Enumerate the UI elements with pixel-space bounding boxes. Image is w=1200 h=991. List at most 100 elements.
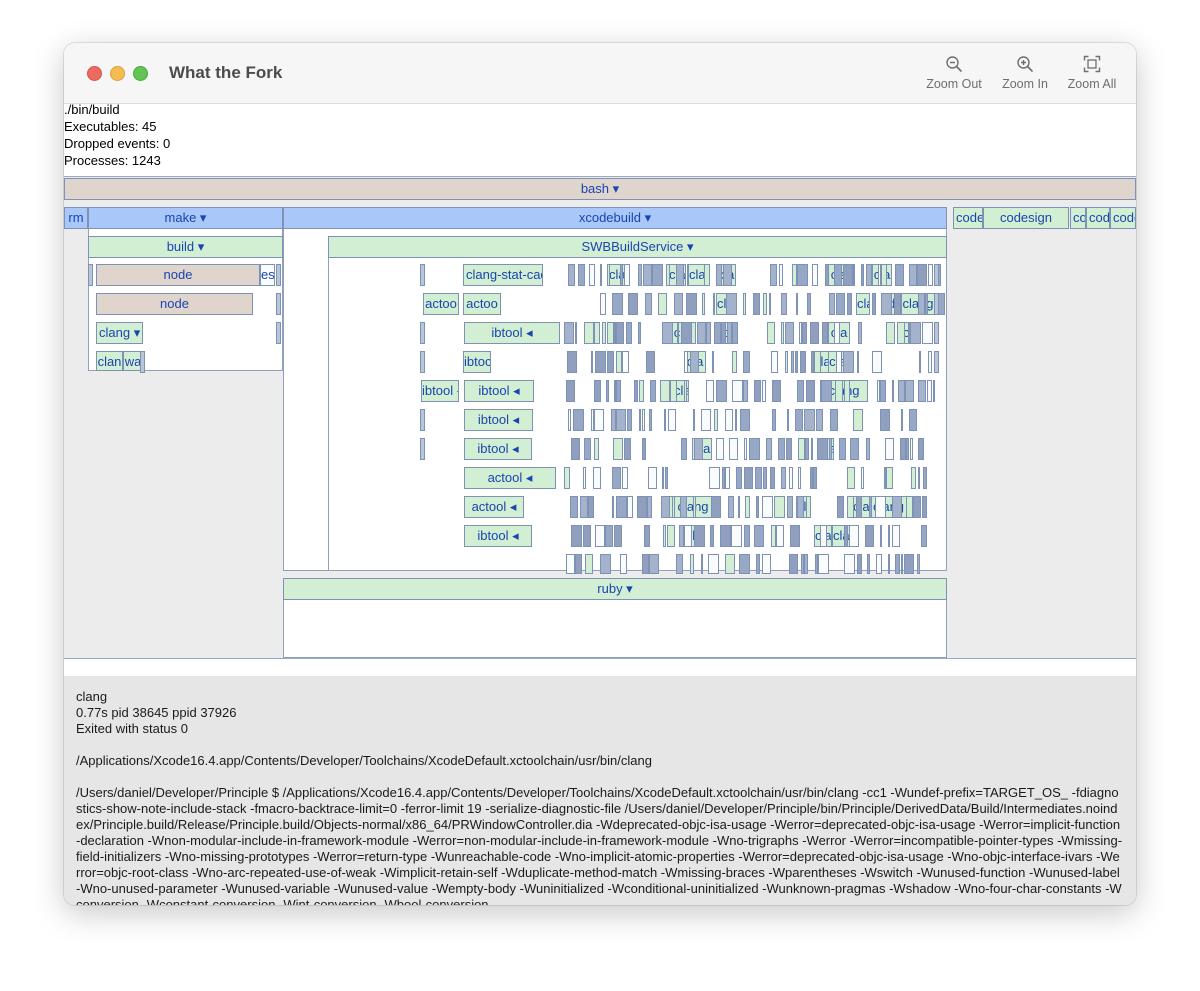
- process-bar[interactable]: [670, 380, 677, 402]
- process-bar[interactable]: [706, 380, 714, 402]
- process-bar[interactable]: [754, 525, 764, 547]
- process-bar[interactable]: [847, 293, 852, 315]
- process-bar[interactable]: [740, 409, 750, 431]
- process-bar[interactable]: [690, 554, 694, 574]
- process-bar[interactable]: [612, 467, 621, 489]
- process-bar[interactable]: [642, 409, 645, 431]
- process-bar[interactable]: [921, 525, 927, 547]
- process-bar[interactable]: [567, 351, 577, 373]
- process-bar[interactable]: [880, 409, 890, 431]
- zoom-window-button[interactable]: [133, 66, 148, 81]
- process-bar[interactable]: [787, 496, 793, 518]
- process-bar[interactable]: [684, 525, 692, 547]
- process-bar[interactable]: [822, 322, 828, 344]
- process-bar[interactable]: [693, 496, 696, 518]
- process-bar[interactable]: [666, 264, 670, 286]
- process-bar[interactable]: [595, 525, 605, 547]
- process-bar[interactable]: [584, 322, 594, 344]
- process-bar[interactable]: [910, 438, 913, 460]
- process-bar[interactable]: [600, 293, 606, 315]
- process-bar[interactable]: [684, 380, 687, 402]
- process-bar[interactable]: [622, 351, 629, 373]
- process-bar[interactable]: [646, 351, 655, 373]
- process-bar[interactable]: [911, 467, 916, 489]
- process-bar[interactable]: [658, 293, 667, 315]
- process-bar[interactable]: [816, 409, 823, 431]
- node-build[interactable]: build ▾: [88, 236, 283, 258]
- process-bar[interactable]: [811, 438, 813, 460]
- node-cla[interactable]: cla: [856, 293, 870, 315]
- process-bar[interactable]: [649, 409, 652, 431]
- node-clan[interactable]: clan: [96, 351, 123, 371]
- process-bar[interactable]: [802, 322, 807, 344]
- process-bar[interactable]: [798, 438, 805, 460]
- process-bar[interactable]: [607, 351, 614, 373]
- process-bar[interactable]: [638, 322, 641, 344]
- process-bar[interactable]: [676, 554, 683, 574]
- process-bar[interactable]: [709, 467, 720, 489]
- process-bar[interactable]: [778, 438, 785, 460]
- node-ibtool-1[interactable]: ibtool ◂: [464, 322, 560, 344]
- process-bar[interactable]: [857, 554, 862, 574]
- process-bar[interactable]: [892, 496, 902, 518]
- node-ibtool-2[interactable]: ibtool ◂: [464, 380, 534, 402]
- process-bar[interactable]: [594, 322, 600, 344]
- process-bar[interactable]: [918, 438, 924, 460]
- process-bar[interactable]: [814, 351, 821, 373]
- node-node-2[interactable]: node: [96, 293, 253, 315]
- process-bar[interactable]: [790, 525, 800, 547]
- node-code-1[interactable]: code: [953, 207, 983, 229]
- process-bar[interactable]: [834, 322, 840, 344]
- process-bar[interactable]: [681, 322, 692, 344]
- process-bar[interactable]: [708, 554, 719, 574]
- process-bar[interactable]: [578, 264, 585, 286]
- process-bar[interactable]: [905, 380, 914, 402]
- process-bar[interactable]: [701, 409, 711, 431]
- process-bar[interactable]: [934, 351, 939, 373]
- process-bar[interactable]: [909, 409, 917, 431]
- process-bar[interactable]: [585, 554, 593, 574]
- process-bar[interactable]: [867, 554, 870, 574]
- process-bar[interactable]: [620, 554, 627, 574]
- process-bar[interactable]: [865, 525, 874, 547]
- process-bar[interactable]: [595, 351, 606, 373]
- process-bar[interactable]: [620, 264, 623, 286]
- process-bar[interactable]: [643, 264, 652, 286]
- process-bar[interactable]: [564, 467, 570, 489]
- process-bar[interactable]: [566, 554, 575, 574]
- process-bar[interactable]: [694, 525, 705, 547]
- process-bar[interactable]: [888, 554, 890, 574]
- process-bar[interactable]: [743, 380, 748, 402]
- process-bar[interactable]: [677, 322, 679, 344]
- process-bar[interactable]: [881, 264, 887, 286]
- process-bar[interactable]: [664, 409, 666, 431]
- process-bar[interactable]: [804, 554, 808, 574]
- process-bar[interactable]: [594, 438, 599, 460]
- process-bar[interactable]: [770, 264, 777, 286]
- process-bar[interactable]: [638, 264, 642, 286]
- process-bar[interactable]: [821, 380, 832, 402]
- process-bar[interactable]: [934, 293, 939, 315]
- process-bar[interactable]: [642, 554, 649, 574]
- process-bar[interactable]: [140, 351, 145, 373]
- process-bar[interactable]: [897, 322, 905, 344]
- node-clang-stat-cache[interactable]: clang-stat-cache: [463, 264, 543, 286]
- process-bar[interactable]: [770, 467, 775, 489]
- process-bar[interactable]: [923, 467, 927, 489]
- process-bar[interactable]: [716, 438, 724, 460]
- process-bar[interactable]: [568, 409, 571, 431]
- process-bar[interactable]: [772, 409, 776, 431]
- process-bar[interactable]: [797, 380, 804, 402]
- process-bar[interactable]: [607, 322, 614, 344]
- process-bar[interactable]: [913, 496, 921, 518]
- process-bar[interactable]: [667, 525, 675, 547]
- process-bar[interactable]: [693, 409, 695, 431]
- process-bar[interactable]: [594, 380, 601, 402]
- process-bar[interactable]: [680, 496, 687, 518]
- process-bar[interactable]: [795, 409, 803, 431]
- node-code-3[interactable]: code: [1110, 207, 1136, 229]
- process-bar[interactable]: [767, 322, 775, 344]
- process-bar[interactable]: [847, 496, 854, 518]
- process-bar[interactable]: [839, 438, 846, 460]
- process-bar[interactable]: [723, 264, 732, 286]
